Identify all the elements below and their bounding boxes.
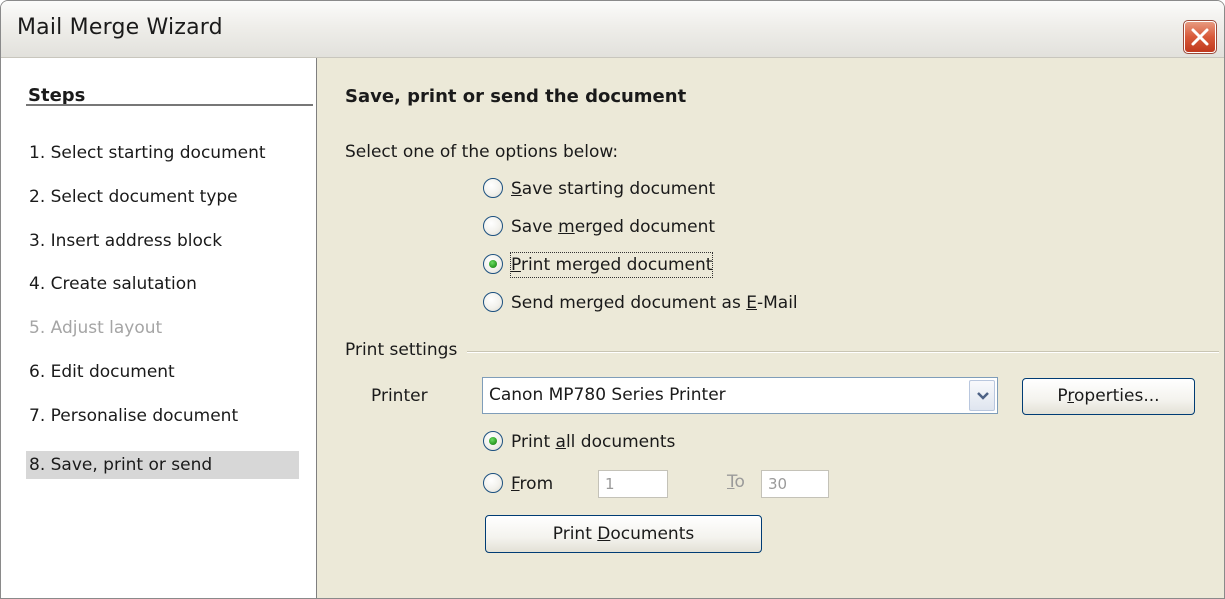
content-pane: Save, print or send the document Select … xyxy=(317,58,1224,598)
from-page-field[interactable]: 1 xyxy=(598,470,668,498)
chevron-down-icon xyxy=(977,392,989,400)
instructions-text: Select one of the options below: xyxy=(345,142,619,162)
print-documents-button[interactable]: Print Documents xyxy=(485,515,762,553)
print-settings-label: Print settings xyxy=(345,340,458,360)
steps-divider xyxy=(26,104,313,106)
option-label: Print merged document xyxy=(509,252,714,278)
steps-pane: Steps 1. Select starting document 2. Sel… xyxy=(1,58,317,598)
radio-button[interactable] xyxy=(483,254,503,274)
step-edit-document[interactable]: 6. Edit document xyxy=(26,358,299,386)
close-button[interactable] xyxy=(1183,20,1217,54)
radio-button[interactable] xyxy=(483,292,503,312)
radio-selected-dot xyxy=(489,437,497,445)
radio-button[interactable] xyxy=(483,216,503,236)
step-insert-address-block[interactable]: 3. Insert address block xyxy=(26,227,299,255)
properties-button[interactable]: Properties... xyxy=(1022,378,1195,415)
step-select-document-type[interactable]: 2. Select document type xyxy=(26,183,299,211)
step-save-print-or-send[interactable]: 8. Save, print or send xyxy=(26,451,299,479)
step-select-starting-document[interactable]: 1. Select starting document xyxy=(26,139,299,167)
printer-dropdown-button[interactable] xyxy=(969,380,995,411)
print-settings-divider xyxy=(467,351,1219,353)
to-page-field[interactable]: 30 xyxy=(761,470,829,498)
printer-label: Printer xyxy=(371,386,428,406)
window-title: Mail Merge Wizard xyxy=(17,15,223,40)
radio-selected-dot xyxy=(489,260,497,268)
printer-select[interactable]: Canon MP780 Series Printer xyxy=(482,377,998,414)
radio-button[interactable] xyxy=(483,178,503,198)
title-bar[interactable]: Mail Merge Wizard xyxy=(1,1,1224,58)
step-personalise-document[interactable]: 7. Personalise document xyxy=(26,402,299,430)
step-adjust-layout: 5. Adjust layout xyxy=(29,318,163,338)
option-label: Send merged document as E-Mail xyxy=(511,293,798,313)
option-label: Save starting document xyxy=(511,179,716,199)
to-label: To xyxy=(727,472,745,492)
option-label: Save merged document xyxy=(511,217,716,237)
radio-button[interactable] xyxy=(483,473,503,493)
step-create-salutation[interactable]: 4. Create salutation xyxy=(26,270,299,298)
option-label: Print all documents xyxy=(511,432,676,452)
option-label: From xyxy=(511,474,554,494)
radio-button[interactable] xyxy=(483,431,503,451)
page-heading: Save, print or send the document xyxy=(345,86,687,107)
close-icon xyxy=(1191,28,1209,46)
mail-merge-wizard-dialog: Mail Merge Wizard Steps 1. Select starti… xyxy=(0,0,1225,599)
printer-select-value: Canon MP780 Series Printer xyxy=(489,385,726,405)
steps-heading: Steps xyxy=(28,85,86,106)
